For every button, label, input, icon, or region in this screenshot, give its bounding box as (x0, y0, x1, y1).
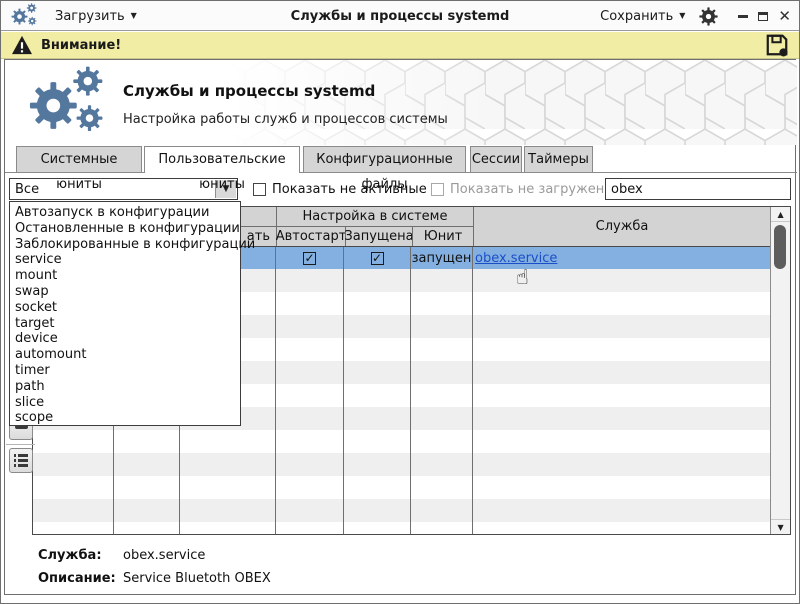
filter-combobox-value: Все (15, 182, 40, 197)
header-service[interactable]: Служба (473, 207, 770, 246)
service-label: Служба: (38, 548, 102, 563)
show-unloaded-checkbox (431, 182, 444, 196)
service-value: obex.service (123, 548, 206, 563)
toolbar-separator (6, 444, 35, 445)
chevron-down-icon: ▼ (679, 11, 686, 20)
titlebar: Загрузить ▼ Службы и процессы systemd Со… (1, 1, 799, 31)
dropdown-item[interactable]: Автозапуск в конфигурации (10, 205, 240, 221)
table-row (33, 430, 770, 453)
tab-system-units[interactable]: Системные юниты (16, 146, 142, 192)
hand-cursor-icon: ☝ (516, 265, 529, 289)
app-gears-icon (11, 3, 37, 26)
scrollbar-thumb[interactable] (774, 225, 787, 269)
service-link[interactable]: obex.service (475, 251, 557, 266)
description-value: Service Bluetoth OBEX (123, 571, 271, 586)
app-window: Загрузить ▼ Службы и процессы systemd Со… (0, 0, 800, 604)
tab-timers[interactable]: Таймеры (524, 146, 593, 172)
load-menu-button[interactable]: Загрузить ▼ (55, 9, 137, 24)
tab-config-files[interactable]: Конфигурационные файлы (303, 146, 466, 192)
save-menu-button[interactable]: Сохранить ▼ (600, 9, 685, 24)
main-frame: Службы и процессы systemd Настройка рабо… (4, 59, 797, 595)
app-logo-gears (29, 66, 103, 132)
tab-sessions[interactable]: Сессии (470, 146, 522, 172)
tab-user-units[interactable]: Пользовательские юниты (144, 146, 300, 192)
table-scrollbar[interactable]: ▲ ▼ (770, 207, 790, 534)
running-checkbox[interactable]: ✓ (370, 251, 384, 265)
table-row (33, 522, 770, 534)
dropdown-item[interactable]: slice (10, 395, 240, 411)
banner-title: Службы и процессы systemd (123, 82, 376, 100)
banner: Службы и процессы systemd Настройка рабо… (5, 60, 797, 145)
unit-state-cell: запущен (411, 247, 473, 269)
dropdown-item[interactable]: Остановленные в конфигурации (10, 221, 240, 237)
scroll-up-icon[interactable]: ▲ (771, 207, 790, 222)
header-running[interactable]: Запущена (344, 227, 414, 246)
dropdown-item[interactable]: automount (10, 347, 240, 363)
show-inactive-checkbox[interactable] (253, 182, 266, 196)
chevron-down-icon: ▼ (130, 11, 137, 20)
dropdown-item[interactable]: swap (10, 284, 240, 300)
show-unloaded-label: Показать не загруженные (450, 181, 632, 197)
warning-bar: Внимание! (1, 32, 799, 59)
toolbar-button-list[interactable] (9, 448, 33, 473)
header-autostart[interactable]: Автостарт (276, 227, 347, 246)
maximize-button[interactable] (758, 11, 769, 21)
header-unit[interactable]: Юнит (412, 227, 473, 246)
banner-subtitle: Настройка работы служб и процессов систе… (123, 112, 448, 127)
dropdown-item[interactable]: target (10, 316, 240, 332)
dropdown-item[interactable]: device (10, 331, 240, 347)
table-row (33, 476, 770, 499)
search-input[interactable] (605, 178, 791, 200)
table-row (33, 453, 771, 476)
dropdown-item[interactable]: socket (10, 300, 240, 316)
load-menu-label: Загрузить (55, 8, 125, 24)
warning-text: Внимание! (41, 37, 122, 53)
scroll-down-icon[interactable]: ▼ (771, 519, 790, 534)
filter-dropdown-list[interactable]: Автозапуск в конфигурации Остановленные … (9, 201, 255, 426)
warning-triangle-icon (12, 35, 32, 55)
autostart-checkbox[interactable]: ✓ (303, 251, 316, 265)
dropdown-item[interactable]: mount (10, 268, 240, 284)
save-floppy-icon[interactable] (765, 33, 789, 57)
header-group-system: Настройка в системе (277, 207, 473, 227)
minimize-button[interactable] (738, 14, 749, 18)
save-menu-label: Сохранить (600, 8, 674, 24)
settings-gear-icon[interactable] (699, 6, 719, 26)
dropdown-item[interactable]: timer (10, 363, 240, 379)
list-icon (13, 454, 29, 467)
table-row (33, 499, 771, 522)
dropdown-item[interactable]: scope (10, 410, 240, 426)
dropdown-item[interactable]: Заблокированные в конфигурации (10, 237, 255, 253)
close-button[interactable]: ✕ (778, 8, 791, 24)
dropdown-item[interactable]: service (10, 252, 240, 268)
description-label: Описание: (38, 571, 116, 586)
dropdown-item[interactable]: path (10, 379, 240, 395)
